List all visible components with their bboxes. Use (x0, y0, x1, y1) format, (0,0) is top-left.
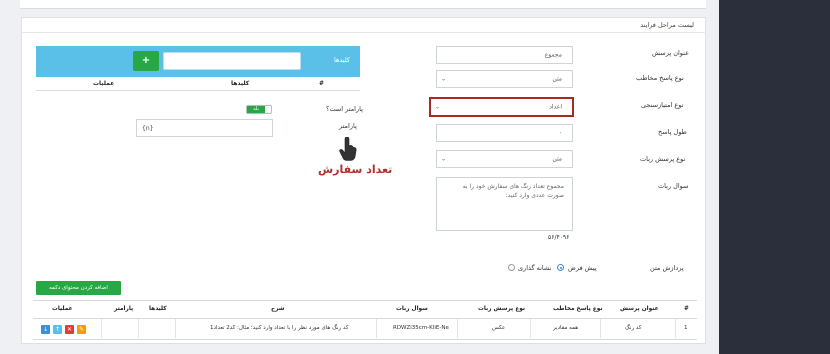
processing-tagging-label: نشانه گذاری (518, 264, 552, 272)
top-panel-strip (20, 0, 706, 9)
keywords-col-keys: کلیدها (231, 80, 250, 87)
bot-question-label: سوال ربات (658, 182, 689, 190)
keywords-table-header: # کلیدها عملیات (36, 77, 360, 91)
is-param-label: پارامتر است؟ (326, 105, 363, 113)
th-keywords: کلیدها (149, 306, 167, 312)
param-input[interactable]: {n} (136, 119, 273, 137)
scoring-type-select[interactable]: ⌄ اعداد (429, 97, 574, 117)
add-keyword-button[interactable]: + (133, 51, 159, 71)
answer-length-value: ۰ (558, 129, 562, 137)
col-sep (175, 319, 176, 338)
param-input-value: {n} (142, 125, 154, 132)
th-title: عنوان پرسش (620, 306, 659, 312)
keywords-panel-header: کلیدها + (36, 46, 360, 77)
arrow-up-icon[interactable]: ↑ (53, 325, 62, 334)
th-actions: عملیات (52, 306, 73, 312)
hand-cursor-icon (339, 136, 357, 163)
answer-type-select[interactable]: ⌄ متن (436, 70, 573, 88)
answer-length-input[interactable]: ۰ (436, 124, 573, 142)
th-bot-question-type: نوع پرسش ربات (478, 306, 526, 312)
th-params: پارامتر (114, 306, 134, 312)
col-sep (457, 319, 458, 338)
answer-type-value: متن (552, 75, 562, 83)
card-title: لیست مراحل فرایند (640, 21, 694, 29)
th-index: # (684, 306, 689, 312)
chevron-down-icon: ⌄ (435, 103, 441, 111)
th-description: شرح (271, 306, 285, 312)
row-index: 1 (684, 325, 688, 331)
plus-icon: + (141, 55, 151, 66)
add-button-content-button[interactable]: اضافه کردن محتوای دکمه (36, 281, 121, 295)
processing-default-radio[interactable] (557, 264, 564, 271)
toggle-on-label: بله (247, 106, 265, 113)
scoring-type-label: نوع امتیازسنجی (641, 101, 684, 109)
title-label: عنوان پرسش (652, 49, 689, 57)
row-description: کد رنگ های مورد نظر را با تعداد وارد کنی… (210, 325, 349, 331)
row-bot-question: RDWZi35cm-KIiE-Ne (393, 325, 449, 331)
col-sep (376, 319, 377, 338)
processing-label: پردازش متن (650, 264, 684, 272)
th-answer-type: نوع پاسخ مخاطب (553, 306, 603, 312)
bot-question-type-select[interactable]: ⌄ متن (436, 150, 573, 168)
title-input-value: مجموع (544, 51, 562, 59)
keyword-input[interactable] (163, 52, 301, 70)
table-top-line (33, 300, 697, 301)
param-label: پارامتر (339, 122, 357, 130)
pencil-icon[interactable]: ✎ (77, 325, 86, 334)
row-bot-question-type: عکس (492, 325, 506, 331)
keywords-col-hash: # (318, 80, 324, 87)
bot-question-textarea[interactable]: مجموع تعداد رنگ های سفارش خود را به صورت… (436, 177, 573, 231)
col-sep (675, 319, 676, 338)
bot-question-type-value: متن (552, 155, 562, 163)
col-sep (600, 319, 601, 338)
table-bottom-line (33, 339, 697, 340)
row-answer-type: همه مقادیر (553, 325, 579, 331)
answer-type-label: نوع پاسخ مخاطب (636, 74, 684, 82)
card-divider (21, 32, 706, 33)
col-sep (138, 319, 139, 338)
chevron-down-icon: ⌄ (441, 155, 447, 163)
processing-tagging-radio[interactable] (508, 264, 515, 271)
keywords-title: کلیدها (333, 56, 350, 64)
th-bot-question: سوال ربات (396, 306, 428, 312)
chevron-down-icon: ⌄ (441, 75, 447, 83)
title-input[interactable]: مجموع (436, 46, 573, 64)
row-title: کد رنگ (625, 325, 642, 331)
arrow-down-icon[interactable]: ↓ (41, 325, 50, 334)
processing-default-label: پیش فرض (568, 264, 597, 272)
scoring-type-value: اعداد (549, 103, 562, 111)
col-sep (530, 319, 531, 338)
char-counter: ۵۶/۴۰۹۶ (548, 234, 570, 241)
annotation-label: تعداد سفارش (318, 163, 393, 176)
answer-length-label: طول پاسخ (658, 128, 687, 136)
close-icon[interactable]: ✕ (65, 325, 74, 334)
table-header-line (33, 318, 697, 319)
bot-question-type-label: نوع پرسش ربات (640, 155, 686, 163)
is-param-toggle[interactable]: بله (246, 105, 272, 114)
right-dark-panel (719, 0, 830, 354)
keywords-col-actions: عملیات (93, 80, 115, 87)
col-sep (101, 319, 102, 338)
